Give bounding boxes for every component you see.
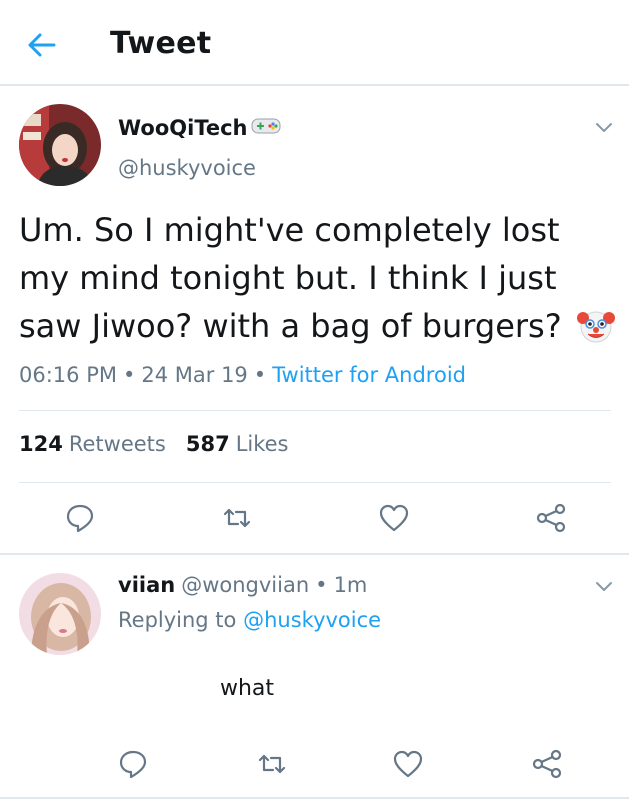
tweet-time: 06:16 PM	[19, 363, 117, 387]
likes-stat[interactable]: 587 Likes	[186, 432, 289, 456]
likes-label: Likes	[235, 432, 289, 456]
replying-to: Replying to @huskyvoice	[118, 608, 381, 632]
reply-icon[interactable]	[63, 501, 97, 535]
gamepad-emoji-icon	[251, 117, 281, 139]
chevron-down-icon[interactable]	[593, 575, 615, 597]
section-divider	[0, 553, 629, 555]
reply-display-name[interactable]: viian	[118, 573, 175, 597]
meta-separator: •	[122, 363, 136, 387]
retweet-icon[interactable]	[220, 501, 254, 535]
like-icon[interactable]	[391, 747, 425, 781]
retweets-stat[interactable]: 124 Retweets	[19, 432, 166, 456]
tweet-text: Um. So I might've completely lost my min…	[19, 211, 562, 345]
tweet-source-link[interactable]: Twitter for Android	[272, 363, 466, 387]
tweet-body: Um. So I might've completely lost my min…	[19, 206, 619, 359]
share-icon[interactable]	[534, 501, 568, 535]
likes-count: 587	[185, 432, 230, 456]
chevron-down-icon[interactable]	[593, 116, 615, 138]
tweet-stats: 124 Retweets 587 Likes	[19, 432, 289, 456]
meta-separator: •	[315, 573, 328, 597]
divider	[19, 410, 611, 411]
like-icon[interactable]	[377, 501, 411, 535]
share-icon[interactable]	[530, 747, 564, 781]
reply-text: what	[220, 676, 275, 701]
meta-separator: •	[253, 363, 267, 387]
reply-name-row: viian @wongviian • 1m	[118, 573, 367, 597]
reply-time: 1m	[333, 573, 368, 597]
divider	[0, 797, 629, 799]
replying-to-label: Replying to	[118, 608, 237, 632]
author-name-row: WooQiTech	[118, 116, 281, 140]
clown-face-emoji-icon	[576, 306, 616, 359]
reply-icon[interactable]	[116, 747, 150, 781]
reply-author-avatar[interactable]	[19, 573, 101, 655]
tweet-meta: 06:16 PM • 24 Mar 19 • Twitter for Android	[19, 363, 466, 387]
page-title: Tweet	[110, 26, 212, 61]
retweets-count: 124	[19, 432, 63, 456]
reply-handle[interactable]: @wongviian	[181, 573, 309, 597]
author-avatar[interactable]	[19, 104, 101, 186]
replying-to-handle[interactable]: @huskyvoice	[243, 608, 381, 632]
author-display-name[interactable]: WooQiTech	[118, 116, 248, 140]
divider	[19, 482, 611, 483]
back-arrow-icon[interactable]	[24, 27, 60, 63]
retweet-icon[interactable]	[255, 747, 289, 781]
author-handle[interactable]: @huskyvoice	[118, 156, 256, 180]
top-bar: Tweet	[0, 0, 629, 86]
tweet-date: 24 Mar 19	[141, 363, 248, 387]
retweets-label: Retweets	[68, 432, 166, 456]
